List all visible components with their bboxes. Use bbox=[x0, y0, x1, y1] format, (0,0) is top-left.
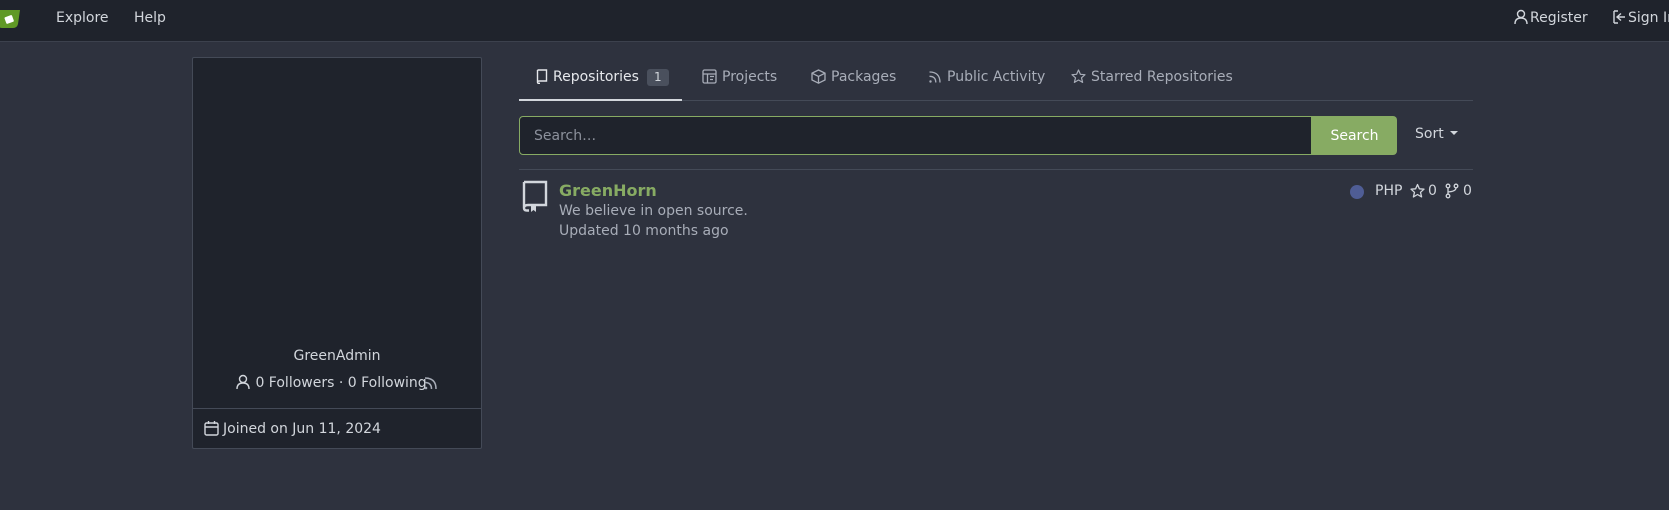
follow-separator: · bbox=[338, 375, 344, 391]
sign-in-icon bbox=[1613, 10, 1625, 24]
joined-text: Joined on Jun 11, 2024 bbox=[223, 421, 381, 437]
repo-large-icon bbox=[522, 180, 548, 212]
search-button[interactable]: Search bbox=[1312, 116, 1397, 155]
follow-stats: 0 Followers · 0 Following bbox=[235, 374, 427, 394]
language-color-dot bbox=[1350, 185, 1364, 199]
repo-icon bbox=[536, 69, 548, 84]
repo-search-input[interactable] bbox=[519, 116, 1312, 155]
nav-signin-link[interactable]: Sign In bbox=[1612, 9, 1669, 27]
tab-repositories[interactable]: Repositories 1 bbox=[519, 60, 682, 101]
repo-name-link[interactable]: GreenHorn bbox=[559, 181, 657, 200]
tab-label: Packages bbox=[831, 69, 897, 85]
profile-username: GreenAdmin bbox=[293, 348, 381, 364]
repo-count-badge: 1 bbox=[646, 69, 669, 86]
nav-register-link[interactable]: Register bbox=[1514, 9, 1588, 27]
star-count[interactable]: 0 bbox=[1428, 183, 1437, 199]
register-label: Register bbox=[1530, 10, 1588, 26]
caret-down-icon bbox=[1449, 131, 1458, 135]
tab-packages[interactable]: Packages bbox=[811, 60, 896, 101]
card-divider bbox=[193, 408, 481, 409]
person-icon bbox=[236, 374, 250, 390]
tab-projects[interactable]: Projects bbox=[702, 60, 777, 101]
repo-updated-time: Updated 10 months ago bbox=[559, 223, 729, 239]
tab-label: Repositories bbox=[553, 69, 639, 85]
fork-count[interactable]: 0 bbox=[1463, 183, 1472, 199]
nav-help-link[interactable]: Help bbox=[134, 9, 166, 27]
nav-explore-link[interactable]: Explore bbox=[56, 9, 109, 27]
repo-language: PHP bbox=[1375, 183, 1403, 199]
project-icon bbox=[702, 69, 717, 84]
tab-public-activity[interactable]: Public Activity bbox=[928, 60, 1045, 101]
repo-description: We believe in open source. bbox=[559, 203, 748, 219]
followers-link[interactable]: 0 Followers bbox=[255, 375, 334, 391]
repo-meta: PHP 0 0 bbox=[1350, 183, 1473, 201]
gitea-logo-icon[interactable] bbox=[0, 6, 24, 30]
sort-label: Sort bbox=[1415, 126, 1444, 142]
joined-date: Joined on Jun 11, 2024 bbox=[204, 420, 381, 437]
fork-icon[interactable] bbox=[1445, 183, 1459, 199]
rss-icon bbox=[929, 71, 941, 83]
tab-label: Public Activity bbox=[947, 69, 1046, 85]
tab-starred-repositories[interactable]: Starred Repositories bbox=[1071, 60, 1233, 101]
top-navbar: Explore Help Register Sign In bbox=[0, 0, 1669, 42]
following-link[interactable]: 0 Following bbox=[348, 375, 427, 391]
tab-label: Projects bbox=[722, 69, 778, 85]
user-icon bbox=[1514, 9, 1528, 25]
profile-tabs: Repositories 1 Projects Packages Public A… bbox=[519, 60, 1473, 101]
package-icon bbox=[811, 69, 826, 84]
profile-card: GreenAdmin 0 Followers · 0 Following Joi… bbox=[192, 57, 482, 449]
list-divider bbox=[519, 169, 1473, 170]
star-icon[interactable] bbox=[1410, 183, 1425, 199]
signin-label: Sign In bbox=[1628, 10, 1669, 26]
rss-feed-icon[interactable] bbox=[423, 375, 439, 391]
tab-label: Starred Repositories bbox=[1091, 69, 1233, 85]
calendar-icon bbox=[204, 421, 219, 436]
sort-dropdown[interactable]: Sort bbox=[1415, 126, 1458, 142]
star-icon bbox=[1071, 69, 1086, 83]
